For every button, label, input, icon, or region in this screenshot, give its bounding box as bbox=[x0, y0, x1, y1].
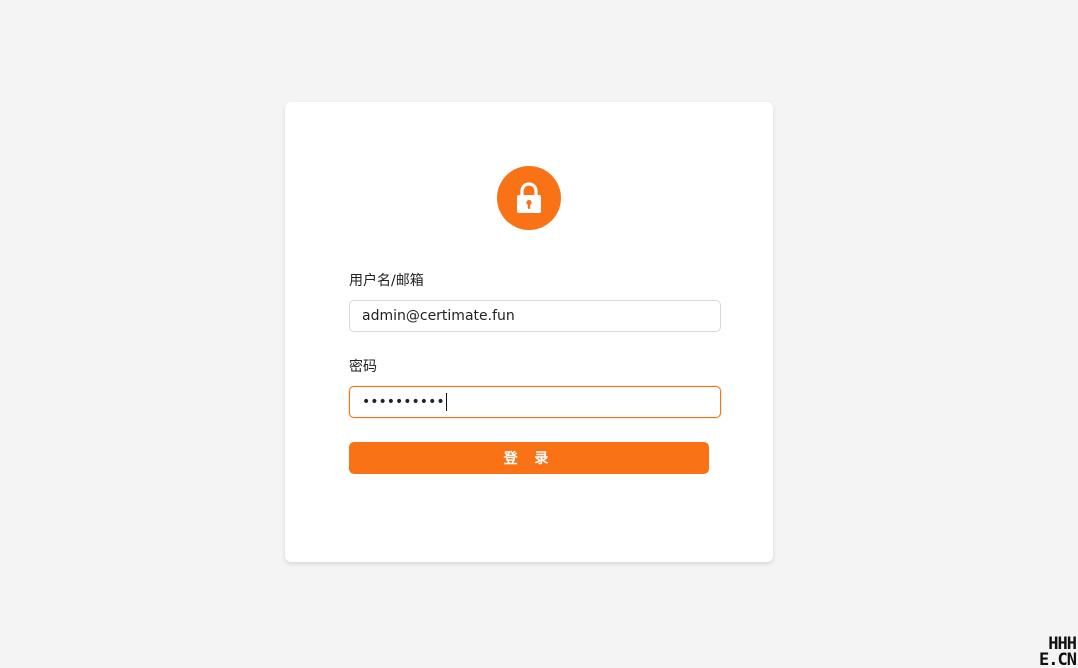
watermark-line2: E.CN bbox=[1039, 650, 1077, 668]
text-caret bbox=[445, 393, 447, 411]
login-page: 用户名/邮箱 admin@certimate.fun 密码 ••••••••••… bbox=[0, 0, 1078, 668]
username-label: 用户名/邮箱 bbox=[349, 273, 424, 289]
login-button[interactable]: 登 录 bbox=[349, 442, 709, 474]
password-value: •••••••••• bbox=[362, 394, 445, 410]
watermark-logo: HHH E.CN bbox=[1028, 636, 1077, 668]
username-input[interactable]: admin@certimate.fun bbox=[349, 300, 721, 332]
login-card: 用户名/邮箱 admin@certimate.fun 密码 ••••••••••… bbox=[285, 102, 773, 562]
username-value: admin@certimate.fun bbox=[362, 308, 515, 324]
lock-icon bbox=[497, 166, 561, 230]
password-input[interactable]: •••••••••• bbox=[349, 386, 721, 418]
password-label: 密码 bbox=[349, 359, 377, 375]
